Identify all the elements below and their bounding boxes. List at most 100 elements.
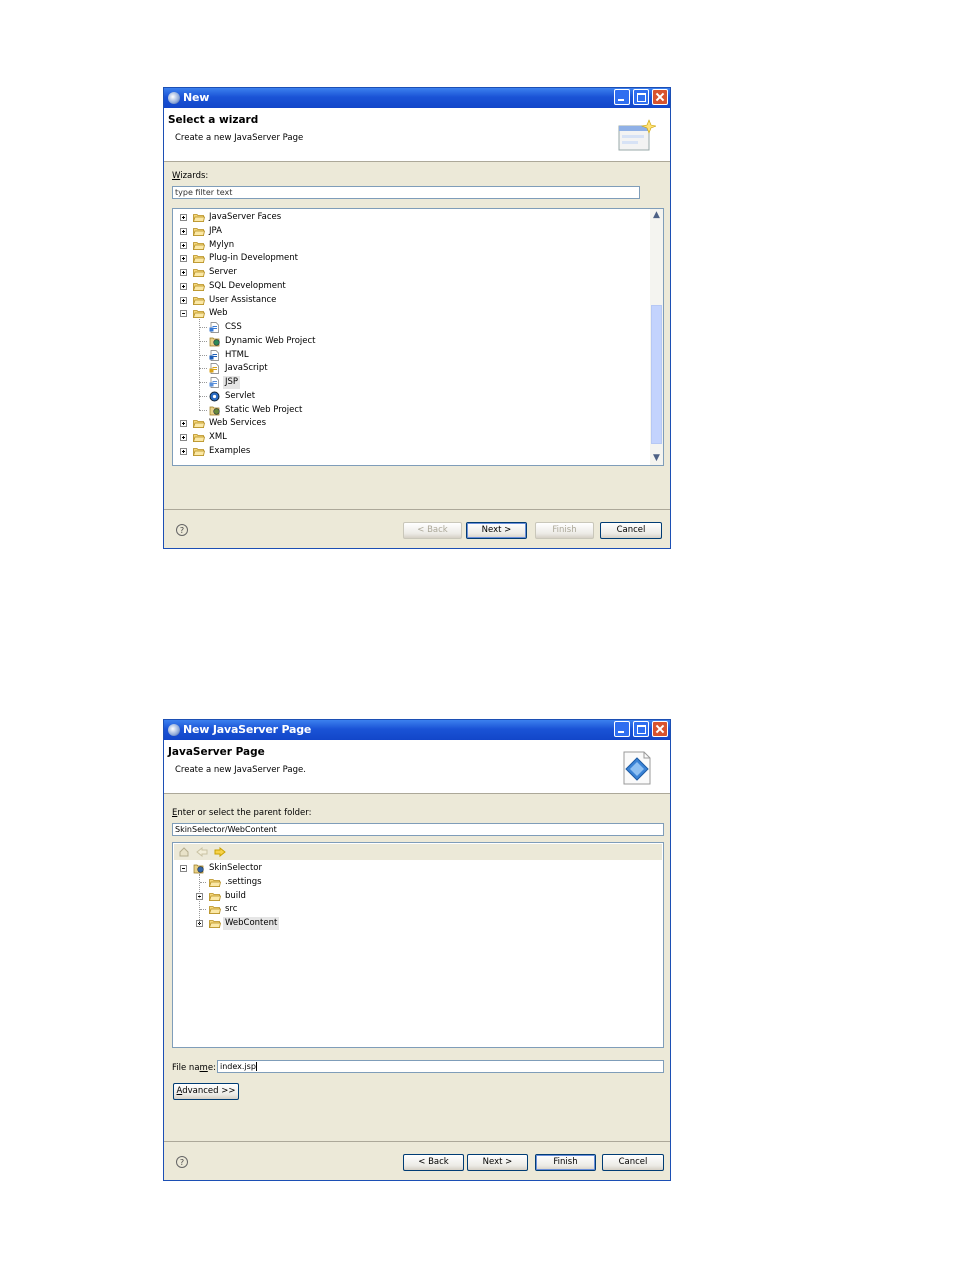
- next-button[interactable]: Next >: [466, 522, 527, 539]
- folder-tree-item-label: build: [225, 890, 246, 901]
- tree-item-label: HTML: [225, 349, 249, 360]
- back-button[interactable]: < Back: [403, 522, 462, 539]
- finish-button[interactable]: Finish: [535, 1154, 596, 1171]
- folder-icon: [208, 919, 221, 928]
- tree-item-label: Dynamic Web Project: [225, 335, 316, 346]
- tree-item[interactable]: User Assistance: [173, 294, 643, 307]
- collapse-icon[interactable]: [180, 310, 187, 318]
- next-button[interactable]: Next >: [467, 1154, 528, 1171]
- help-icon[interactable]: ?: [176, 1156, 188, 1168]
- close-button[interactable]: [652, 721, 668, 737]
- eclipse-icon: [168, 724, 180, 736]
- minimize-button[interactable]: [614, 721, 630, 737]
- tree-item-label: SQL Development: [209, 280, 286, 291]
- tree-item[interactable]: XML: [173, 431, 643, 444]
- parent-folder-input[interactable]: SkinSelector/WebContent: [172, 823, 664, 836]
- maximize-button[interactable]: [633, 721, 649, 737]
- tree-item-label: Plug-in Development: [209, 253, 299, 264]
- folder-icon: [208, 892, 221, 901]
- expand-icon[interactable]: [180, 296, 187, 304]
- expand-icon[interactable]: [180, 255, 187, 263]
- tree-item[interactable]: Static Web Project: [173, 404, 643, 417]
- expand-icon[interactable]: [180, 214, 187, 221]
- close-button[interactable]: [652, 89, 668, 105]
- eclipse-icon: [168, 92, 180, 104]
- header-title: JavaServer Page: [168, 746, 265, 758]
- footer-separator: [164, 1141, 670, 1142]
- tree-item[interactable]: JavaScript: [173, 362, 643, 375]
- back-arrow-icon[interactable]: [196, 847, 208, 857]
- scroll-down-icon[interactable]: ▼: [650, 452, 663, 465]
- help-icon[interactable]: ?: [176, 524, 188, 536]
- folder-tree-item[interactable]: SkinSelector: [173, 862, 653, 875]
- tree-item[interactable]: Plug-in Development: [173, 252, 643, 265]
- scroll-thumb[interactable]: [651, 305, 662, 444]
- forward-arrow-icon[interactable]: [214, 847, 226, 857]
- new-wizard-banner-icon: [618, 119, 656, 151]
- tree-item[interactable]: Dynamic Web Project: [173, 335, 643, 348]
- window-title: New JavaServer Page: [183, 723, 312, 736]
- expand-icon[interactable]: [180, 282, 187, 290]
- tree-item[interactable]: JPA: [173, 225, 643, 238]
- folder-tree-item[interactable]: .settings: [173, 876, 653, 889]
- folder-icon: [192, 241, 205, 250]
- jsp-file-icon: [209, 377, 220, 388]
- maximize-button[interactable]: [633, 89, 649, 105]
- expand-icon[interactable]: [180, 447, 187, 455]
- expand-icon[interactable]: [180, 227, 187, 235]
- tree-item[interactable]: CSS: [173, 321, 643, 334]
- tree-item[interactable]: Server: [173, 266, 643, 279]
- folder-icon: [192, 227, 205, 236]
- home-icon[interactable]: [179, 847, 189, 857]
- tree-item[interactable]: JavaServer Faces: [173, 211, 643, 224]
- folder-tree-item-label: src: [225, 904, 238, 915]
- scroll-up-icon[interactable]: ▲: [650, 209, 663, 222]
- tree-item[interactable]: Mylyn: [173, 239, 643, 252]
- back-button[interactable]: < Back: [403, 1154, 464, 1171]
- folder-tree-item[interactable]: src: [173, 903, 653, 916]
- tree-item[interactable]: Examples: [173, 445, 643, 458]
- header-title: Select a wizard: [168, 114, 259, 126]
- filter-input[interactable]: type filter text: [172, 186, 640, 199]
- minimize-button[interactable]: [614, 89, 630, 105]
- folder-tree[interactable]: SkinSelector .settings build src WebContent: [172, 842, 664, 1048]
- tree-item-label: JavaServer Faces: [209, 212, 282, 222]
- cancel-button[interactable]: Cancel: [600, 522, 662, 539]
- folder-tree-item-label: .settings: [225, 876, 262, 887]
- title-bar[interactable]: New JavaServer Page: [164, 720, 670, 740]
- file-name-input[interactable]: index.jsp: [217, 1060, 664, 1073]
- expand-icon[interactable]: [180, 269, 187, 276]
- wizard-tree[interactable]: JavaServer Faces JPA Mylyn Plug-in Developm…: [172, 208, 664, 466]
- tree-scrollbar[interactable]: ▲ ▼: [650, 209, 663, 465]
- header-subtitle: Create a new JavaServer Page.: [175, 765, 306, 775]
- tree-item[interactable]: SQL Development: [173, 280, 643, 293]
- tree-item[interactable]: Servlet: [173, 390, 643, 403]
- title-bar[interactable]: New: [164, 88, 670, 108]
- tree-item-label: JavaScript: [225, 363, 268, 374]
- expand-icon[interactable]: [180, 434, 187, 441]
- tree-item[interactable]: JSP: [173, 376, 643, 389]
- tree-item-label: JSP: [223, 376, 241, 389]
- folder-tree-item[interactable]: build: [173, 890, 653, 903]
- finish-button[interactable]: Finish: [535, 522, 594, 539]
- servlet-icon: [209, 391, 220, 402]
- cancel-button[interactable]: Cancel: [602, 1154, 664, 1171]
- tree-item-label: JPA: [209, 225, 222, 236]
- expand-icon[interactable]: [180, 420, 187, 428]
- folder-tree-item-label: WebContent: [223, 917, 280, 930]
- tree-item[interactable]: HTML: [173, 349, 643, 362]
- folder-icon: [192, 254, 205, 264]
- tree-item[interactable]: Web: [173, 307, 643, 320]
- advanced-button[interactable]: Advanced >>: [173, 1083, 239, 1100]
- css-file-icon: [209, 322, 220, 333]
- collapse-icon[interactable]: [180, 865, 187, 872]
- footer-separator: [164, 509, 670, 510]
- folder-tree-item[interactable]: WebContent: [173, 917, 653, 930]
- expand-icon[interactable]: [180, 241, 187, 249]
- tree-item-label: Web: [209, 308, 228, 319]
- tree-item[interactable]: Web Services: [173, 417, 643, 430]
- html-file-icon: [209, 349, 220, 361]
- folder-icon: [192, 296, 205, 305]
- tree-item-label: XML: [209, 432, 227, 442]
- folder-icon: [192, 433, 205, 442]
